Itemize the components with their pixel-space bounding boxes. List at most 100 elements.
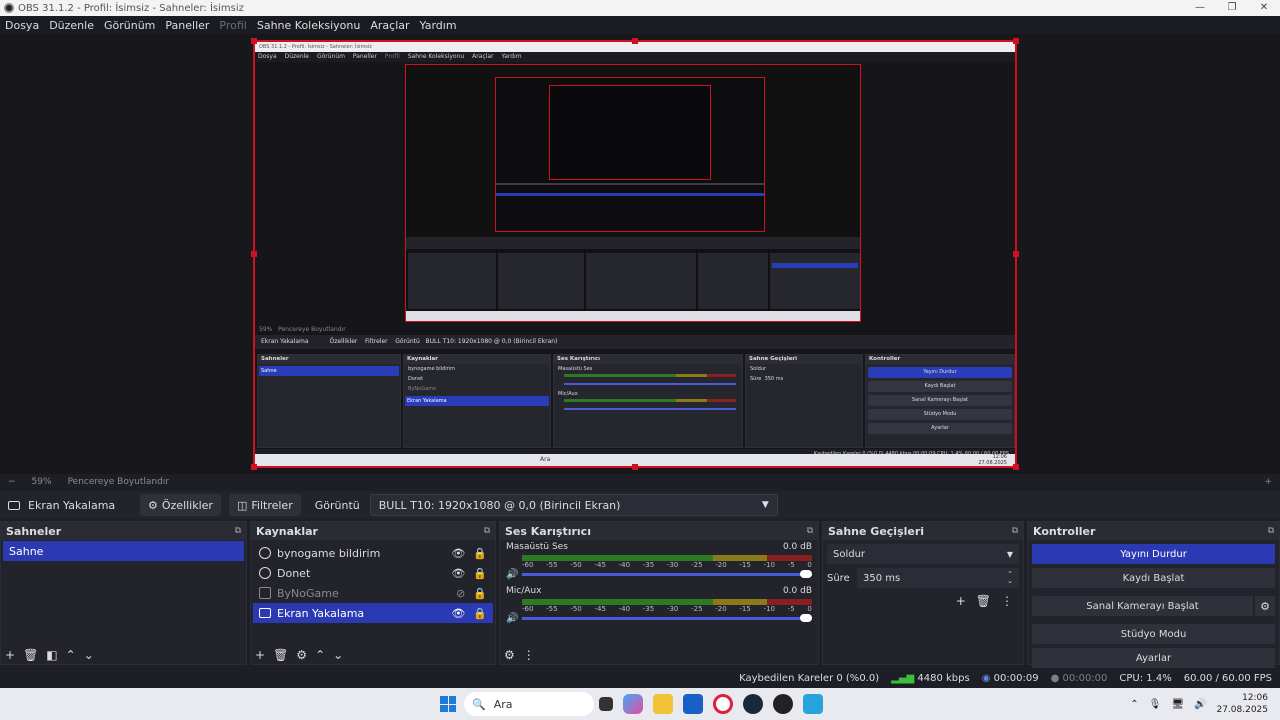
steam-icon[interactable] [743, 694, 763, 714]
window-titlebar: OBS 31.1.2 - Profil: İsimsiz - Sahneler:… [0, 0, 1280, 16]
task-view-icon[interactable] [599, 697, 613, 711]
preview-canvas[interactable]: OBS 31.1.2 - Profil: İsimsiz - Sahneler:… [253, 40, 1017, 468]
store-icon[interactable] [683, 694, 703, 714]
transition-select[interactable]: Soldur ▼ [827, 544, 1019, 564]
obs-taskbar-icon[interactable] [773, 694, 793, 714]
speaker-icon[interactable]: 🔊 [506, 613, 518, 624]
menu-profile[interactable]: Profil [214, 19, 251, 32]
menu-file[interactable]: Dosya [0, 19, 44, 32]
trash-icon[interactable]: 🗑 [976, 594, 991, 608]
resize-handle[interactable] [251, 464, 257, 470]
copilot-icon[interactable] [623, 694, 643, 714]
scene-item[interactable]: Sahne [3, 541, 244, 561]
undock-icon[interactable]: ⧉ [807, 526, 813, 536]
virtual-camera-settings-button[interactable]: ⚙ [1255, 596, 1275, 616]
stop-streaming-button[interactable]: Yayını Durdur [1032, 544, 1275, 564]
taskbar-search[interactable]: 🔍 Ara [464, 692, 594, 716]
filters-button[interactable]: ◫ Filtreler [228, 494, 301, 516]
add-icon[interactable]: + [5, 648, 15, 662]
speaker-icon[interactable]: 🔊 [506, 569, 518, 580]
file-explorer-icon[interactable] [653, 694, 673, 714]
lock-icon[interactable]: 🔒 [473, 567, 487, 580]
volume-slider[interactable] [522, 614, 812, 622]
clock[interactable]: 12:06 27.08.2025 [1216, 692, 1268, 716]
record-icon: ● [1050, 672, 1060, 684]
chevron-up-icon[interactable]: ⌃ [315, 648, 325, 662]
resize-handle[interactable] [1013, 38, 1019, 44]
eye-icon[interactable]: 👁 [451, 567, 465, 580]
resize-handle[interactable] [251, 251, 257, 257]
chevron-up-icon[interactable]: ⌃ [1130, 699, 1138, 710]
resize-handle[interactable] [632, 464, 638, 470]
chevron-down-icon[interactable]: ⌄ [84, 648, 94, 662]
chevron-down-icon: ▼ [1006, 549, 1013, 559]
more-icon[interactable]: ⋮ [1001, 594, 1013, 608]
microphone-icon[interactable]: 🎙 [1149, 699, 1162, 710]
fit-to-window-button[interactable]: Pencereye Boyutlandır [68, 477, 169, 487]
undock-icon[interactable]: ⧉ [1268, 526, 1274, 536]
display-select[interactable]: BULL T10: 1920x1080 @ 0,0 (Birincil Ekra… [369, 494, 778, 516]
resize-handle[interactable] [251, 38, 257, 44]
add-icon[interactable]: + [255, 648, 265, 662]
duration-value: 350 ms [863, 572, 901, 584]
menu-tools[interactable]: Araçlar [365, 19, 414, 32]
maximize-icon[interactable]: ❐ [1216, 0, 1248, 16]
undock-icon[interactable]: ⧉ [484, 526, 490, 536]
source-item[interactable]: bynogame bildirim 👁 🔒 [253, 543, 493, 563]
resize-handle[interactable] [1013, 464, 1019, 470]
lock-icon[interactable]: 🔒 [473, 607, 487, 620]
zoom-in-button[interactable]: + [1264, 477, 1272, 487]
chevron-down-icon[interactable]: ⌄ [333, 648, 343, 662]
resize-handle[interactable] [1013, 251, 1019, 257]
start-recording-button[interactable]: Kaydı Başlat [1032, 568, 1275, 588]
eye-hidden-icon[interactable]: ⊘ [456, 587, 465, 600]
source-item[interactable]: Ekran Yakalama 👁 🔒 [253, 603, 493, 623]
display-icon[interactable]: 🖥 [1171, 699, 1184, 710]
menu-view[interactable]: Görünüm [99, 19, 160, 32]
preview-area[interactable]: OBS 31.1.2 - Profil: İsimsiz - Sahneler:… [0, 34, 1280, 474]
source-item[interactable]: Donet 👁 🔒 [253, 563, 493, 583]
close-icon[interactable]: ✕ [1248, 0, 1280, 16]
sources-title: Kaynaklar [256, 524, 318, 538]
app-icon[interactable] [803, 694, 823, 714]
slider-knob[interactable] [800, 614, 812, 622]
resize-handle[interactable] [632, 38, 638, 44]
chevron-up-icon[interactable]: ⌃ [66, 648, 76, 662]
selected-source-name: Ekran Yakalama [28, 498, 116, 512]
menu-edit[interactable]: Düzenle [44, 19, 99, 32]
mixer-settings-icon[interactable]: ⚙ [504, 648, 515, 662]
undock-icon[interactable]: ⧉ [1012, 526, 1018, 536]
eye-icon[interactable]: 👁 [451, 547, 465, 560]
studio-mode-button[interactable]: Stüdyo Modu [1032, 624, 1275, 644]
filter-icon[interactable]: ◧ [46, 648, 57, 662]
lock-icon[interactable]: 🔒 [473, 547, 487, 560]
properties-button[interactable]: ⚙ Özellikler [140, 494, 221, 516]
menu-scene-collection[interactable]: Sahne Koleksiyonu [252, 19, 366, 32]
zoom-out-button[interactable]: − [8, 477, 16, 487]
menu-docks[interactable]: Paneller [160, 19, 214, 32]
undock-icon[interactable]: ⧉ [235, 526, 241, 536]
more-icon[interactable]: ⋮ [523, 648, 535, 662]
duration-spinbox[interactable]: 350 ms ⌃ ⌄ [857, 568, 1019, 588]
trash-icon[interactable]: 🗑 [273, 648, 288, 662]
opera-icon[interactable] [713, 694, 733, 714]
windows-start-icon[interactable] [440, 696, 456, 712]
gear-icon[interactable]: ⚙ [296, 648, 307, 662]
menu-help[interactable]: Yardım [415, 19, 462, 32]
volume-slider[interactable] [522, 570, 812, 578]
nested-menu-item: Araçlar [472, 53, 494, 60]
eye-icon[interactable]: 👁 [451, 607, 465, 620]
zoom-bar: − 59% Pencereye Boyutlandır + [0, 475, 1280, 489]
settings-button[interactable]: Ayarlar [1032, 648, 1275, 668]
slider-knob[interactable] [800, 570, 812, 578]
add-icon[interactable]: + [956, 594, 966, 608]
lock-icon[interactable]: 🔒 [473, 587, 487, 600]
volume-icon[interactable]: 🔊 [1194, 699, 1206, 710]
start-virtual-camera-button[interactable]: Sanal Kamerayı Başlat [1032, 596, 1253, 616]
zoom-level[interactable]: 59% [32, 477, 52, 487]
minimize-icon[interactable]: — [1184, 0, 1216, 16]
trash-icon[interactable]: 🗑 [23, 648, 38, 662]
spin-arrows-icon[interactable]: ⌃ ⌄ [1007, 571, 1013, 585]
sources-footer: + 🗑 ⚙ ⌃ ⌄ [255, 648, 343, 662]
source-item[interactable]: ByNoGame ⊘ 🔒 [253, 583, 493, 603]
